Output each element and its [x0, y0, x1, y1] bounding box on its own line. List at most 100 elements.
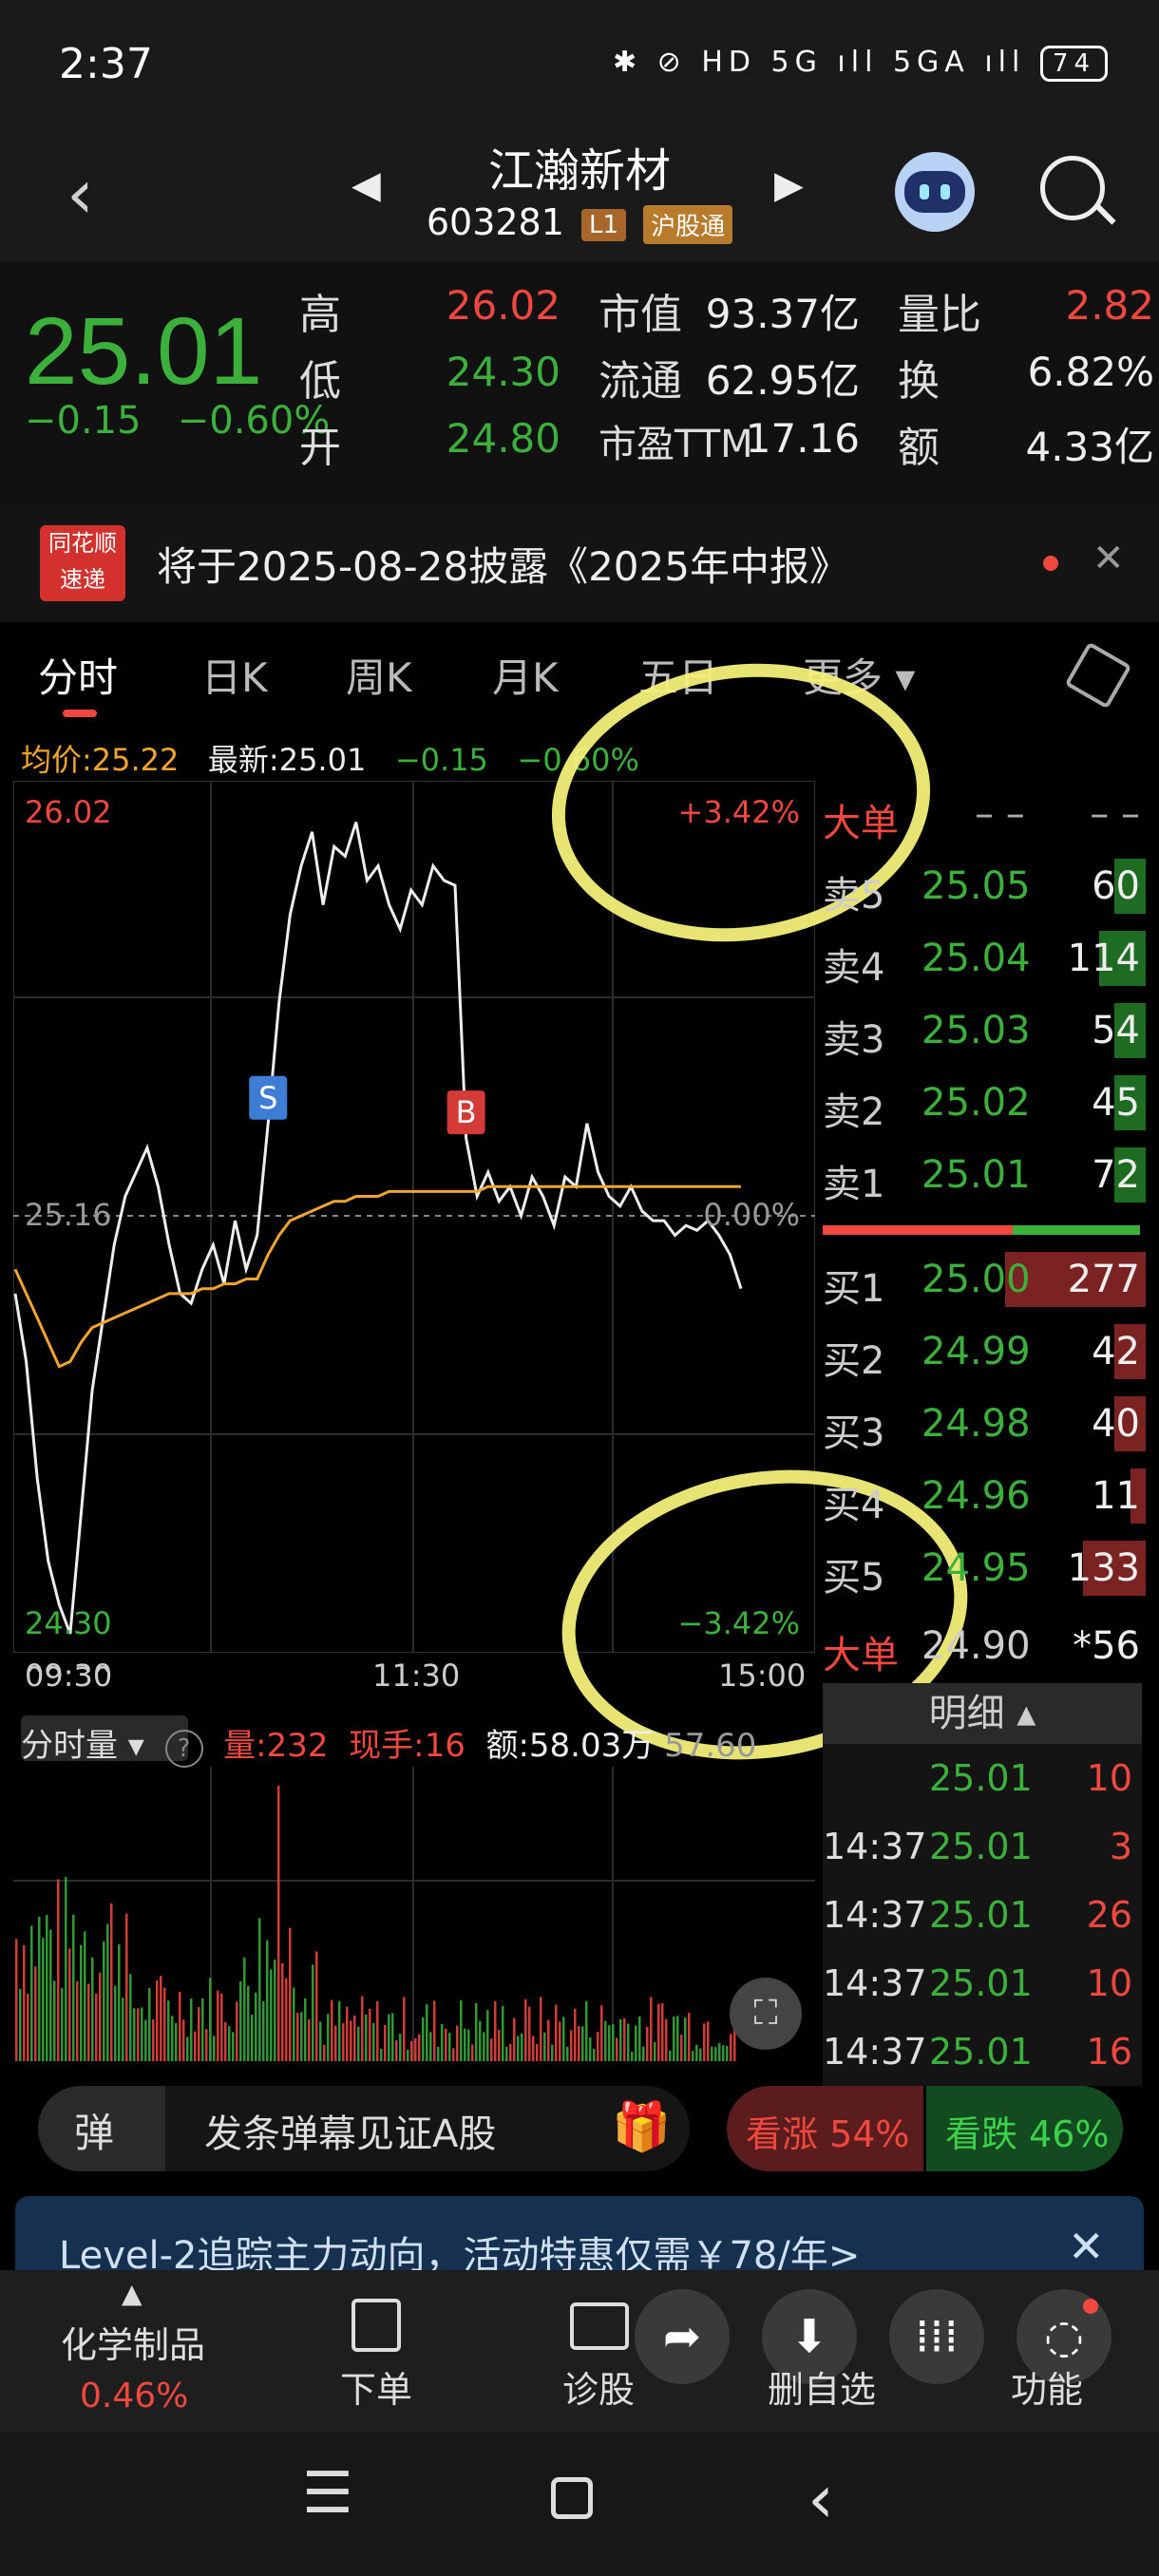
- volume-bar: [486, 2010, 489, 2061]
- announcement-bar[interactable]: 同花顺 速递 将于2025-08-28披露《2025年中报》 ✕: [0, 508, 1159, 622]
- fullscreen-icon[interactable]: ⛶: [730, 1978, 802, 2050]
- volume-bar: [141, 2007, 143, 2061]
- volume-bar: [247, 1985, 250, 2061]
- vote-rise-button[interactable]: 看涨 54%: [727, 2086, 923, 2171]
- next-stock-icon[interactable]: ▶: [774, 163, 804, 207]
- volume-bar: [315, 1951, 318, 2061]
- order-icon[interactable]: [352, 2299, 401, 2352]
- volume-bar: [342, 2023, 345, 2061]
- volume-bar: [562, 2017, 565, 2061]
- volume-bar: [327, 2014, 330, 2061]
- settings-icon[interactable]: [1064, 641, 1132, 710]
- order-button[interactable]: 下单: [340, 2360, 412, 2413]
- remove-watchlist-button[interactable]: 删自选: [768, 2360, 876, 2413]
- search-icon[interactable]: [1040, 156, 1116, 225]
- volume-bar: [91, 1957, 94, 2061]
- ask-volume: 54: [1092, 1009, 1140, 1052]
- volume-bar: [49, 1929, 52, 2061]
- sector-name[interactable]: 化学制品: [61, 2316, 205, 2368]
- stock-header: 江瀚新材 603281 L1 沪股通 ‹ ◀ ▶: [0, 133, 1159, 261]
- volume-bar: [726, 2045, 729, 2061]
- bid-row: 买5 24.95 133: [823, 1533, 1146, 1605]
- tick-row: 14:37 25.01 10: [823, 1949, 1142, 2017]
- help-icon[interactable]: ?: [164, 1730, 203, 1768]
- gift-icon[interactable]: 🎁: [612, 2099, 671, 2155]
- tab-monthly-k[interactable]: 月K: [492, 646, 559, 704]
- volume-bar: [95, 1993, 98, 2061]
- volume-bar: [308, 2018, 311, 2061]
- diagnose-icon[interactable]: [570, 2302, 629, 2350]
- volume-bar: [722, 2045, 725, 2061]
- prev-stock-icon[interactable]: ◀: [352, 163, 381, 207]
- vote-fall-button[interactable]: 看跌 46%: [926, 2086, 1123, 2171]
- tick-price: 25.01: [929, 1757, 1033, 1799]
- menu-nav-icon[interactable]: ☰: [302, 2460, 353, 2527]
- amount-value: 4.33亿: [1025, 424, 1154, 470]
- big-order-row: 大单 24.90 *56: [823, 1611, 1146, 1683]
- volume-bar: [148, 1987, 151, 2061]
- volume-bar: [103, 1941, 105, 2061]
- ask-row: 卖4 25.04 114: [823, 923, 1146, 995]
- high-value: 26.02: [446, 282, 560, 329]
- volume-bar: [589, 2037, 592, 2061]
- volume-bar: [175, 2022, 178, 2061]
- close-icon[interactable]: ✕: [1092, 537, 1125, 580]
- tab-weekly-k[interactable]: 周K: [346, 646, 412, 704]
- big-order-row-vol: *56: [1073, 1624, 1140, 1668]
- volume-select-label[interactable]: 分时量 ▾: [21, 1727, 144, 1765]
- status-icons: ✱ ⊘ HD 5G ıll 5GA ıll 74: [613, 46, 1108, 82]
- y-max-label: 26.02: [25, 794, 112, 830]
- volume-bar: [182, 2019, 185, 2061]
- share-icon[interactable]: ➦: [635, 2289, 730, 2384]
- latest-price: 最新:25.01: [207, 742, 367, 778]
- volume-bar: [528, 2006, 531, 2061]
- ask-label: 卖4: [823, 946, 885, 990]
- tick-volume: 26: [1086, 1894, 1132, 1936]
- volume-bar: [156, 1979, 159, 2061]
- volume-bar: [654, 2041, 656, 2061]
- volume-bar: [490, 2038, 493, 2061]
- assistant-robot-icon[interactable]: [895, 152, 975, 232]
- volume-bar: [635, 2025, 637, 2061]
- promo-close-icon[interactable]: ✕: [1068, 2221, 1105, 2272]
- detail-toggle[interactable]: 明细 ▴: [823, 1683, 1142, 1744]
- bid-label: 买3: [823, 1411, 885, 1455]
- function-button[interactable]: 功能: [1011, 2360, 1083, 2413]
- ask-price: 25.03: [922, 1009, 1031, 1052]
- volume-bar: [585, 2000, 588, 2061]
- ask-volume: 114: [1067, 937, 1140, 980]
- amount-label: 额: [898, 424, 940, 472]
- volume-bar: [665, 2018, 668, 2061]
- back-icon[interactable]: ‹: [66, 154, 94, 234]
- danmaku-placeholder[interactable]: 发条弹幕见证A股: [204, 2103, 496, 2158]
- volume-bar: [262, 2000, 265, 2061]
- average-price-line: [13, 1184, 741, 1369]
- volume-bar: [372, 2022, 375, 2061]
- expand-up-icon[interactable]: ▲: [122, 2278, 142, 2309]
- volume-bar: [524, 1998, 527, 2061]
- x-label-noon: 11:30: [372, 1657, 461, 1694]
- back-nav-icon[interactable]: ‹: [808, 2460, 834, 2538]
- volume-bar: [642, 2046, 645, 2061]
- volume-bar: [426, 2004, 428, 2061]
- danmaku-toggle-button[interactable]: 弹: [38, 2086, 165, 2171]
- tick-time: 14:37: [823, 1894, 927, 1936]
- grid-menu-icon[interactable]: ⁞⁞⁞: [889, 2289, 984, 2384]
- diagnose-button[interactable]: 诊股: [562, 2360, 635, 2413]
- price-change: −0.15 −0.60%: [25, 399, 330, 443]
- tab-daily-k[interactable]: 日K: [201, 646, 268, 704]
- volume-bar: [509, 2043, 512, 2061]
- tab-intraday[interactable]: 分时: [38, 646, 118, 704]
- volume-bar: [399, 2034, 402, 2061]
- volume-bar: [338, 2000, 341, 2061]
- volume-bar: [555, 2004, 558, 2061]
- home-nav-icon[interactable]: [551, 2477, 593, 2519]
- battery-icon: 74: [1039, 46, 1108, 82]
- big-order-vol: – –: [1090, 792, 1140, 836]
- vote-fall-label: 看跌 46%: [945, 2113, 1110, 2155]
- volume-bar: [448, 2033, 451, 2061]
- announcement-text[interactable]: 将于2025-08-28披露《2025年中报》: [157, 535, 849, 593]
- volume-bar: [357, 2026, 360, 2061]
- tick-price: 25.01: [929, 1894, 1033, 1936]
- volume-bar: [452, 2048, 455, 2061]
